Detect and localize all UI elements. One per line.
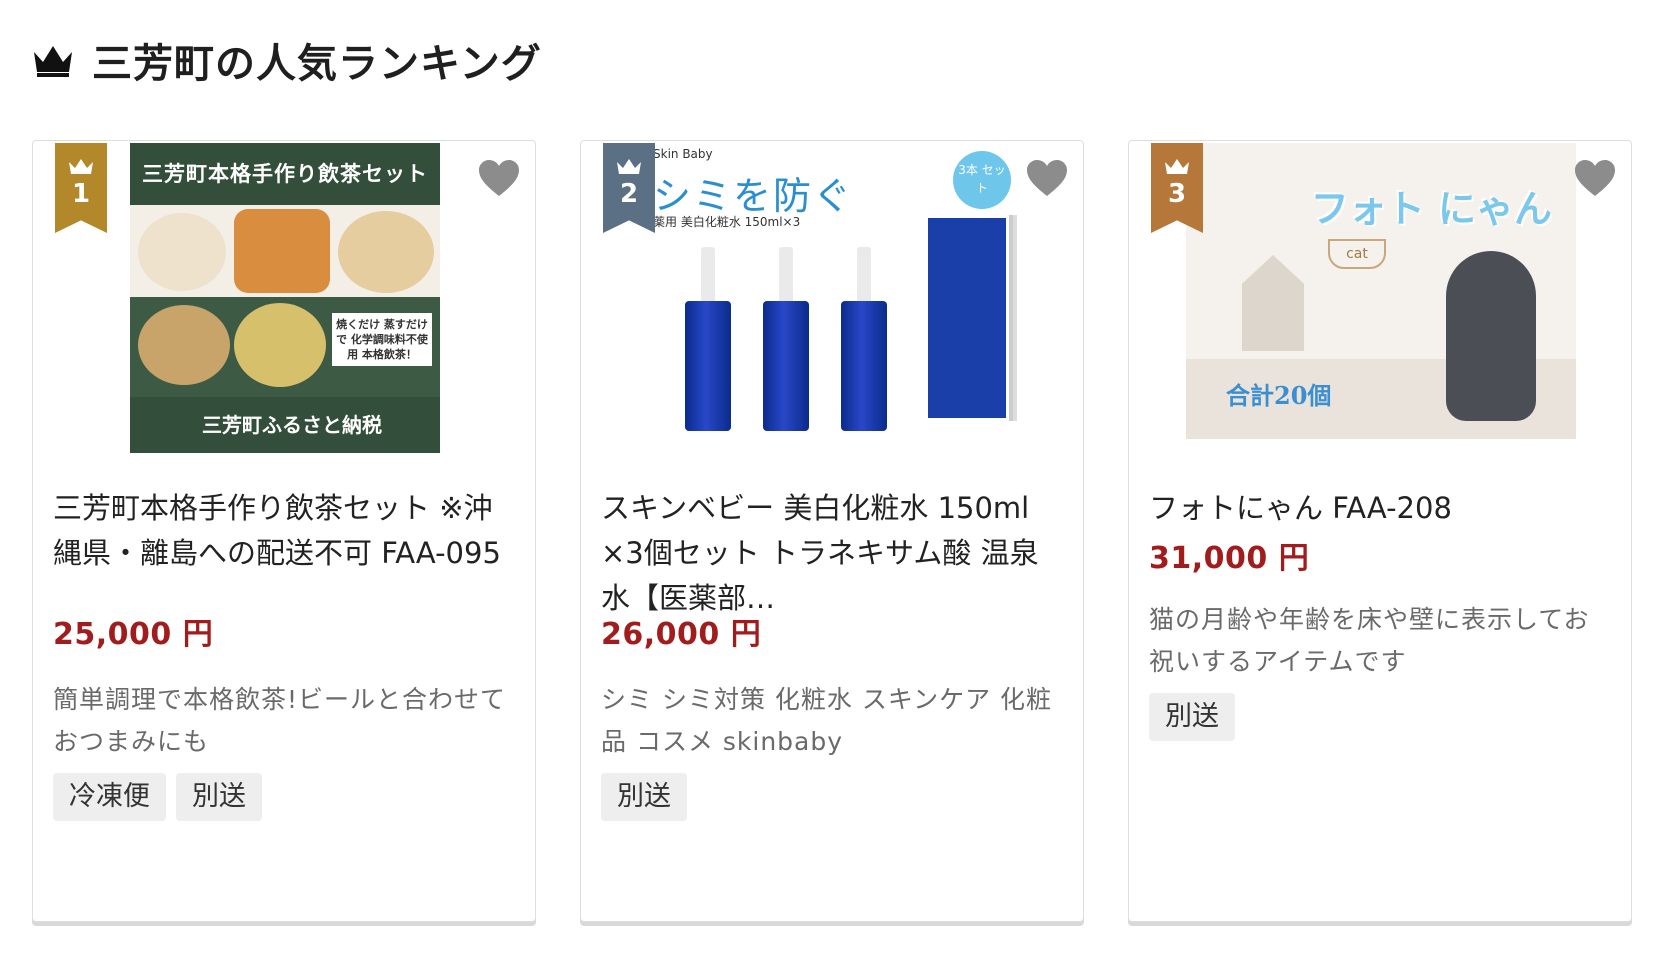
image-count: 合計20個 [1226,381,1332,410]
rank-badge: 1 [55,143,107,233]
image-footer: 三芳町ふるさと納税 [130,397,440,453]
image-label: cat [1328,239,1386,269]
rank-badge: 3 [1151,143,1203,233]
tag-badge: 別送 [1149,693,1235,741]
product-image[interactable]: Skin Baby シミを防ぐ 薬用 美白化粧水 150ml×3 3本 セット [601,143,1065,453]
cat-photo [1446,251,1536,421]
tag-list: 別送 [601,773,687,821]
ranking-list: 1 三芳町本格手作り飲茶セット 焼くだけ 蒸すだけで 化学調味料不使用 本格飲茶… [32,140,1632,922]
heart-icon[interactable] [1573,157,1617,199]
image-headline: シミを防ぐ [653,174,854,218]
product-image[interactable]: 三芳町本格手作り飲茶セット 焼くだけ 蒸すだけで 化学調味料不使用 本格飲茶！ … [53,143,517,453]
tag-list: 別送 [1149,693,1235,741]
tag-badge: 冷凍便 [53,773,166,821]
image-badge: 3本 セット [953,151,1011,209]
heart-icon[interactable] [477,157,521,199]
rank-number: 2 [619,179,639,209]
product-title[interactable]: スキンベビー 美白化粧水 150ml ×3個セット トラネキサム酸 温泉水【医薬… [601,486,1061,621]
rank-badge: 2 [603,143,655,233]
rank-number: 3 [1167,179,1187,209]
crown-icon [34,46,72,77]
image-note: 焼くだけ 蒸すだけで 化学調味料不使用 本格飲茶！ [332,313,432,366]
product-image[interactable]: cat フォト にゃん 合計20個 [1149,143,1613,453]
image-brand: Skin Baby [653,147,713,161]
section-title: 三芳町の人気ランキング [92,41,542,87]
product-card[interactable]: 2 Skin Baby シミを防ぐ 薬用 美白化粧水 150ml×3 3本 セッ… [580,140,1084,922]
product-price: 25,000 円 [53,617,214,652]
product-title[interactable]: フォトにゃん FAA-208 [1149,486,1609,531]
crown-icon [69,159,93,174]
product-price: 31,000 円 [1149,541,1310,576]
product-description: シミ シミ対策 化粧水 スキンケア 化粧品 コスメ skinbaby [601,685,1053,756]
crown-icon [1165,159,1189,174]
image-caption: 三芳町本格手作り飲茶セット [130,143,440,205]
product-description: 猫の月齢や年齢を床や壁に表示してお祝いするアイテムです [1149,605,1590,676]
product-title[interactable]: 三芳町本格手作り飲茶セット ※沖縄県・離島への配送不可 FAA-095 [53,486,513,576]
tag-badge: 別送 [176,773,262,821]
rank-number: 1 [71,179,91,209]
tag-list: 冷凍便 別送 [53,773,262,821]
product-card[interactable]: 1 三芳町本格手作り飲茶セット 焼くだけ 蒸すだけで 化学調味料不使用 本格飲茶… [32,140,536,922]
product-card[interactable]: 3 cat フォト にゃん 合計20個 フォトにゃん FAA-208 31,00… [1128,140,1632,922]
image-subtitle: 薬用 美白化粧水 150ml×3 [653,215,801,229]
section-header: 三芳町の人気ランキング [32,30,542,90]
crown-icon [617,159,641,174]
tag-badge: 別送 [601,773,687,821]
product-description: 簡単調理で本格飲茶!ビールと合わせておつまみにも [53,685,507,756]
heart-icon[interactable] [1025,157,1069,199]
product-price: 26,000 円 [601,617,762,652]
image-headline: フォト にゃん [1310,187,1552,231]
